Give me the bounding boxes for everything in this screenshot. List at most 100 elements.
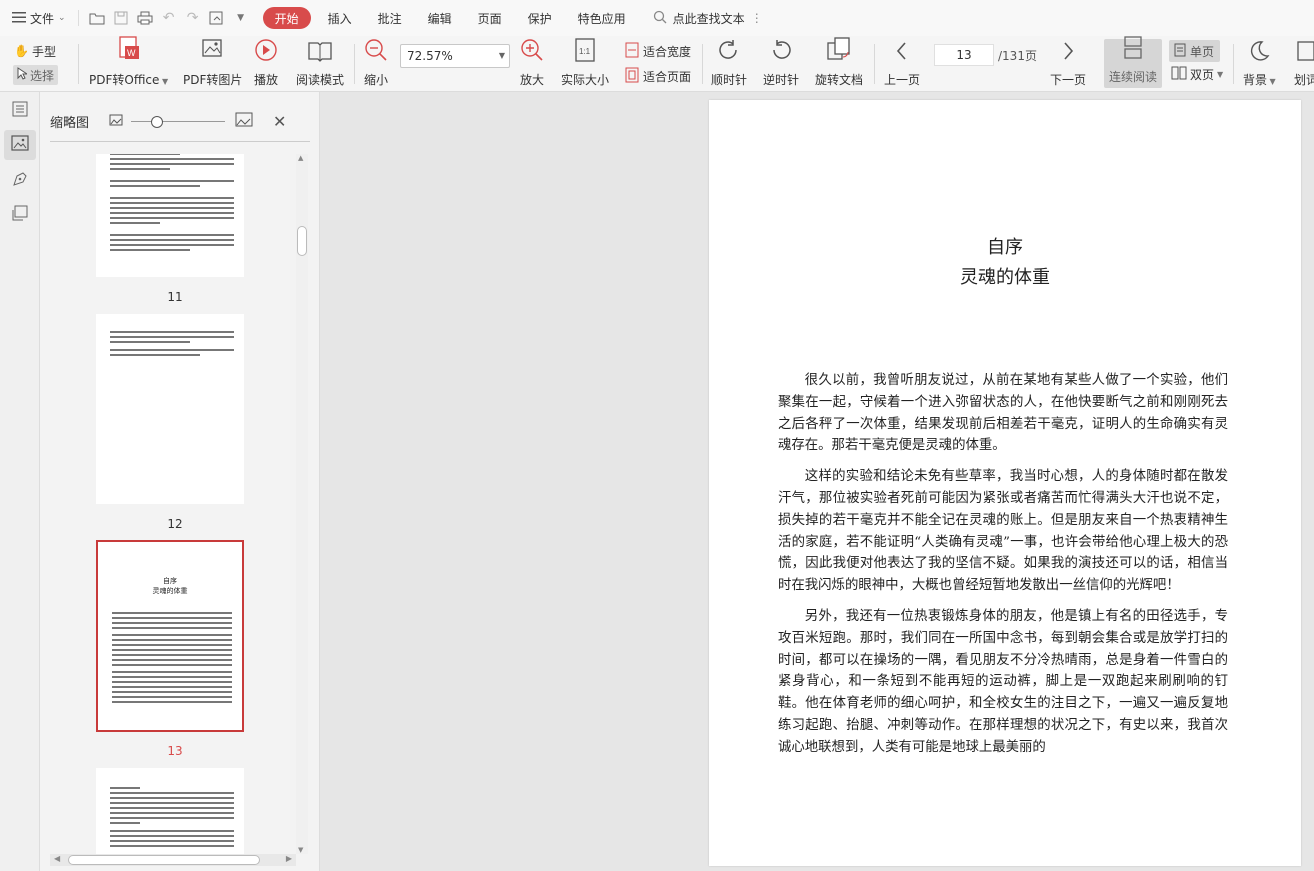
- continuous-pages-icon: [1123, 36, 1143, 63]
- slider-handle[interactable]: [151, 115, 164, 128]
- divider: [78, 44, 79, 84]
- paragraph: 很久以前，我曾听朋友说过，从前在某地有某些人做了一个实验，他们聚集在一起，守候着…: [778, 373, 1228, 454]
- scroll-down-icon[interactable]: ▼: [298, 846, 303, 854]
- play-label: 播放: [254, 73, 279, 87]
- close-icon[interactable]: ✕: [273, 112, 286, 131]
- rotate-clockwise-button[interactable]: 顺时针: [711, 36, 747, 88]
- zoom-level-select[interactable]: 72.57% ▼: [400, 44, 510, 68]
- chevron-left-icon: [892, 40, 912, 65]
- zoom-out-label: 缩小: [364, 73, 389, 87]
- print-icon[interactable]: [133, 6, 157, 30]
- scrollbar-thumb[interactable]: [68, 855, 260, 865]
- attachment-icon: [12, 205, 28, 225]
- tab-features[interactable]: 特色应用: [565, 0, 639, 36]
- cursor-arrow-icon: [17, 67, 29, 83]
- word-select-icon: [1296, 40, 1314, 65]
- thumbnail-horizontal-scrollbar[interactable]: ◀ ▶: [50, 854, 296, 866]
- double-page-label: 双页: [1190, 68, 1215, 82]
- page-number-input[interactable]: 13: [934, 44, 994, 66]
- svg-text:1:1: 1:1: [579, 47, 591, 56]
- page-subtitle: 灵魂的体重: [960, 267, 1050, 288]
- scrollbar-thumb[interactable]: [297, 226, 307, 256]
- tab-page[interactable]: 页面: [465, 0, 515, 36]
- tab-protect[interactable]: 保护: [515, 0, 565, 36]
- pdf-to-office-button[interactable]: W PDF转Office ▼: [89, 36, 168, 88]
- attachments-button[interactable]: [4, 200, 36, 230]
- thumbnails-button[interactable]: [4, 130, 36, 160]
- rotate-counterclockwise-button[interactable]: 逆时针: [763, 36, 799, 88]
- fit-page-button[interactable]: 适合页面: [625, 67, 691, 86]
- previous-page-button[interactable]: 上一页: [884, 36, 920, 88]
- previous-page-label: 上一页: [884, 73, 921, 87]
- zoom-in-icon: [520, 38, 544, 65]
- tab-annotate[interactable]: 批注: [365, 0, 415, 36]
- paragraph: 另外，我还有一位热衷锻炼身体的朋友，他是镇上有名的田径选手，专攻百米短跑。那时，…: [778, 608, 1228, 755]
- thumbnail-page-selected[interactable]: 自序 灵魂的体重: [96, 540, 244, 732]
- read-mode-button[interactable]: 阅读模式: [296, 36, 344, 88]
- play-button[interactable]: 播放: [254, 36, 278, 88]
- page-body: 很久以前，我曾听朋友说过，从前在某地有某些人做了一个实验，他们聚集在一起，守候着…: [778, 370, 1228, 768]
- thumbnail-vertical-scrollbar[interactable]: ▲ ▼: [296, 154, 308, 854]
- image-icon: [11, 135, 29, 155]
- rotate-document-button[interactable]: 旋转文档: [815, 36, 863, 88]
- open-folder-icon[interactable]: [85, 6, 109, 30]
- divider: [77, 10, 79, 26]
- chevron-down-icon: ⌄: [58, 13, 66, 23]
- thumbnail-panel: 缩略图 ✕ 11 12 自序 灵魂的体重 13 ▲ ▼ ◀ ▶: [40, 92, 320, 871]
- chevron-down-icon: ▼: [498, 51, 505, 60]
- word-select-button[interactable]: 划词: [1294, 36, 1314, 88]
- rotate-counterclockwise-icon: [769, 38, 793, 65]
- bookmarks-button[interactable]: [4, 96, 36, 126]
- hand-icon: ✋: [14, 44, 29, 58]
- double-page-button[interactable]: 双页 ▼: [1171, 66, 1223, 83]
- document-viewer[interactable]: 自序 灵魂的体重 很久以前，我曾听朋友说过，从前在某地有某些人做了一个实验，他们…: [320, 92, 1314, 871]
- pdf-to-image-icon: [201, 38, 225, 65]
- double-page-icon: [1171, 66, 1187, 83]
- scroll-right-icon[interactable]: ▶: [286, 854, 292, 863]
- tab-insert[interactable]: 插入: [315, 0, 365, 36]
- moon-icon: [1248, 40, 1270, 65]
- thumbnail-page[interactable]: [96, 154, 244, 277]
- zoom-out-button[interactable]: 缩小: [364, 36, 388, 88]
- menu-bar: 文件 ⌄ ↶ ↷ ▼ 开始 插入 批注 编辑 页面 保护 特色应用 点此查找文本…: [0, 0, 1314, 36]
- zoom-in-button[interactable]: 放大: [520, 36, 544, 88]
- left-sidebar-rail: [0, 92, 40, 871]
- pdf-to-image-button[interactable]: PDF转图片: [183, 36, 242, 88]
- export-icon[interactable]: [205, 6, 229, 30]
- quick-access-dropdown-icon[interactable]: ▼: [229, 6, 253, 30]
- scroll-left-icon[interactable]: ◀: [54, 854, 60, 863]
- total-pages-label: /131页: [998, 49, 1037, 63]
- select-tool-button[interactable]: 选择: [13, 65, 59, 85]
- thumbnail-size-slider[interactable]: [131, 115, 226, 129]
- actual-size-button[interactable]: 1:1 实际大小: [561, 36, 609, 88]
- ribbon-toolbar: ✋ 手型 选择 W PDF转Office ▼ PDF转图片 播放 阅读模式 缩小…: [0, 36, 1314, 92]
- undo-icon[interactable]: ↶: [157, 6, 181, 30]
- tab-home[interactable]: 开始: [262, 7, 311, 29]
- single-page-icon: [1173, 43, 1187, 60]
- find-text-label: 点此查找文本: [672, 11, 745, 26]
- annotations-button[interactable]: [4, 166, 36, 196]
- divider: [874, 44, 875, 84]
- hand-tool-button[interactable]: ✋ 手型: [14, 41, 56, 61]
- thumbnail-page[interactable]: [96, 314, 244, 504]
- thumbnail-list: 11 12 自序 灵魂的体重 13: [50, 154, 300, 854]
- divider: [702, 44, 703, 84]
- save-icon[interactable]: [109, 6, 133, 30]
- thumbnail-panel-title: 缩略图: [50, 116, 90, 131]
- find-text-button[interactable]: 点此查找文本 ⋮: [653, 10, 763, 27]
- thumbnail-panel-header: 缩略图 ✕: [50, 102, 310, 142]
- scroll-up-icon[interactable]: ▲: [298, 154, 303, 162]
- next-page-button[interactable]: 下一页: [1050, 36, 1086, 88]
- pen-icon: [12, 171, 28, 191]
- zoom-level-value: 72.57%: [407, 49, 453, 63]
- continuous-reading-button[interactable]: 连续阅读: [1104, 36, 1162, 88]
- redo-icon[interactable]: ↷: [181, 6, 205, 30]
- thumbnail-page[interactable]: [96, 768, 244, 854]
- fit-width-button[interactable]: 适合宽度: [625, 42, 691, 61]
- large-image-icon: [235, 112, 253, 131]
- single-page-button[interactable]: 单页: [1169, 40, 1220, 62]
- file-menu[interactable]: 文件 ⌄: [6, 0, 72, 36]
- background-button[interactable]: 背景 ▼: [1243, 36, 1276, 88]
- pdf-to-office-icon: W: [117, 36, 141, 65]
- tab-edit[interactable]: 编辑: [415, 0, 465, 36]
